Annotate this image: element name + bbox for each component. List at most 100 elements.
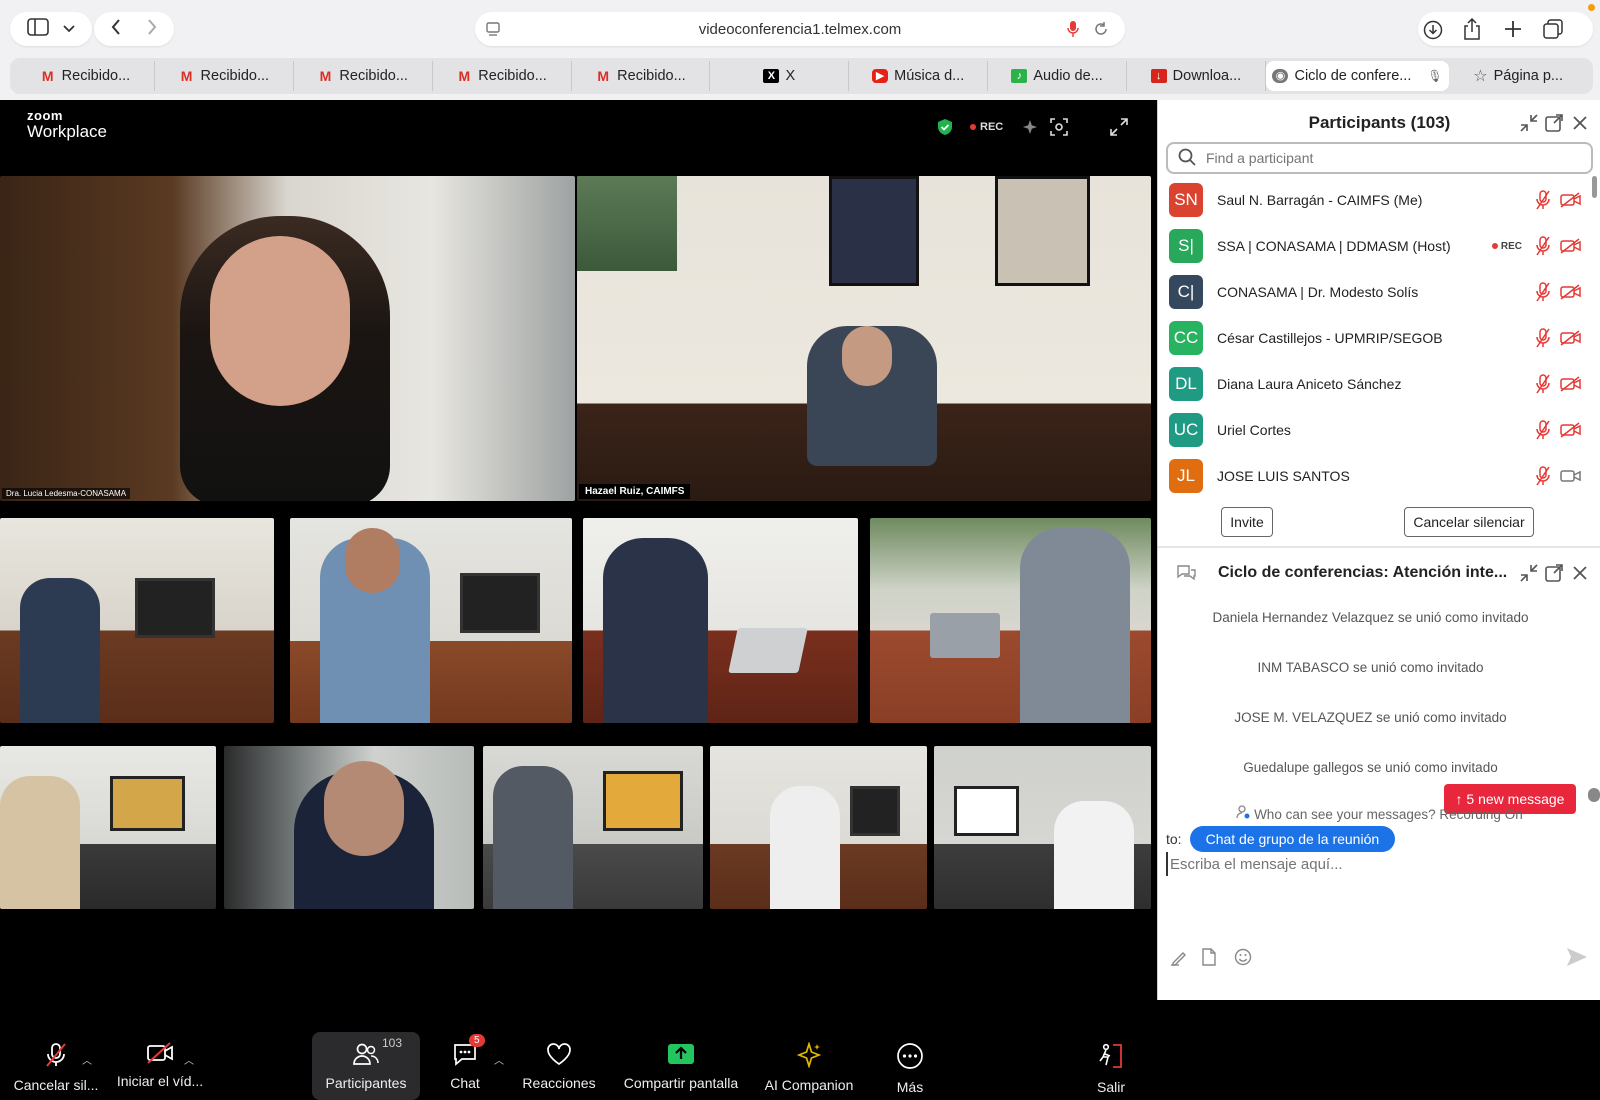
invite-button[interactable]: Invite	[1221, 507, 1273, 537]
video-tile[interactable]	[710, 746, 927, 909]
tab-gmail[interactable]: M Recibido...	[294, 61, 433, 91]
share-icon[interactable]	[1461, 18, 1483, 40]
minimize-icon[interactable]	[1518, 112, 1540, 134]
security-shield-icon[interactable]	[937, 116, 953, 138]
mic-muted-icon[interactable]	[1532, 373, 1554, 395]
monitor	[460, 573, 540, 633]
chat-scrollbar[interactable]	[1588, 788, 1600, 802]
sidebar-toggle-group[interactable]	[10, 12, 92, 46]
new-tab-icon[interactable]	[1502, 18, 1524, 40]
video-off-icon[interactable]	[1560, 189, 1582, 211]
file-icon[interactable]	[1198, 946, 1220, 968]
video-options-chevron-icon[interactable]: ︿	[184, 1052, 194, 1067]
share-screen-button[interactable]: Compartir pantalla	[614, 1032, 748, 1100]
tab-label: Página p...	[1493, 68, 1563, 84]
video-tile[interactable]	[583, 518, 858, 723]
tab-zoom-active[interactable]: ◉ Ciclo de confere... 🎙	[1265, 61, 1450, 91]
chat-button[interactable]: 5 Chat	[432, 1032, 498, 1100]
reactions-button[interactable]: Reacciones	[516, 1032, 602, 1100]
tab-x[interactable]: XX	[710, 61, 850, 91]
video-tile[interactable]	[483, 746, 703, 909]
participant-row[interactable]: S| SSA | CONASAMA | DDMASM (Host) REC	[1158, 223, 1588, 269]
focus-icon[interactable]	[1050, 116, 1068, 138]
fullscreen-icon[interactable]	[1110, 116, 1128, 138]
recipient-select[interactable]: Chat de grupo de la reunión	[1189, 826, 1396, 852]
close-icon[interactable]	[1569, 112, 1591, 134]
video-tile[interactable]	[0, 746, 216, 909]
video-tile[interactable]	[224, 746, 474, 909]
address-bar[interactable]: videoconferencia1.telmex.com	[475, 12, 1125, 46]
recording-indicator[interactable]: REC	[970, 116, 1003, 138]
video-tile[interactable]	[934, 746, 1151, 909]
participant-search-input[interactable]	[1206, 150, 1566, 166]
mic-muted-icon[interactable]	[1532, 235, 1554, 257]
participant-row[interactable]: CC César Castillejos - UPMRIP/SEGOB	[1158, 315, 1588, 361]
chat-options-chevron-icon[interactable]: ︿	[494, 1052, 504, 1067]
send-icon[interactable]	[1566, 946, 1588, 968]
mic-muted-icon[interactable]	[1532, 327, 1554, 349]
ai-companion-button[interactable]: AI Companion	[758, 1032, 860, 1100]
message-input[interactable]	[1166, 852, 1586, 876]
leave-button[interactable]: Salir	[1086, 1032, 1136, 1100]
downloads-icon[interactable]	[1422, 19, 1444, 41]
mic-muted-icon[interactable]	[1532, 189, 1554, 211]
video-tile[interactable]	[0, 518, 274, 723]
participant-row[interactable]: C| CONASAMA | Dr. Modesto Solís	[1158, 269, 1588, 315]
mic-muted-icon[interactable]	[1532, 419, 1554, 441]
unmute-all-button[interactable]: Cancelar silenciar	[1404, 507, 1534, 537]
participants-title: Participants (103)	[1308, 113, 1451, 132]
tab-download[interactable]: ↓ Downloa...	[1127, 61, 1266, 91]
tab-overview-icon[interactable]	[1542, 18, 1564, 40]
emoji-icon[interactable]	[1232, 946, 1254, 968]
video-tile[interactable]: Hazael Ruiz, CAIMFS	[577, 176, 1151, 501]
page-menu-icon[interactable]	[485, 21, 501, 41]
sidebar-icon[interactable]	[27, 17, 49, 41]
audio-options-chevron-icon[interactable]: ︿	[82, 1052, 92, 1067]
video-tile[interactable]	[290, 518, 572, 723]
start-video-button[interactable]: Iniciar el víd...	[110, 1032, 210, 1100]
participant-row[interactable]: DL Diana Laura Aniceto Sánchez	[1158, 361, 1588, 407]
tab-gmail[interactable]: M Recibido...	[155, 61, 294, 91]
participant-row[interactable]: UC Uriel Cortes	[1158, 407, 1588, 453]
video-off-icon[interactable]	[1560, 327, 1582, 349]
popout-icon[interactable]	[1543, 112, 1565, 134]
format-text-icon[interactable]	[1168, 946, 1190, 968]
visibility-notice[interactable]: Who can see your messages? Recording On	[1158, 805, 1600, 822]
tab-label: Audio de...	[1033, 68, 1103, 84]
heart-icon	[546, 1042, 572, 1069]
tab-microphone-icon[interactable]: 🎙	[1427, 69, 1442, 83]
tab-favorites[interactable]: ☆ Página p...	[1449, 61, 1587, 91]
chat-minimize-icon[interactable]	[1518, 562, 1540, 584]
tab-gmail[interactable]: M Recibido...	[433, 61, 572, 91]
video-off-icon[interactable]	[1560, 235, 1582, 257]
tab-youtube[interactable]: ▶ Música d...	[849, 61, 989, 91]
tab-audio[interactable]: ♪ Audio de...	[988, 61, 1127, 91]
chat-close-icon[interactable]	[1569, 562, 1591, 584]
video-off-icon[interactable]	[1560, 419, 1582, 441]
tab-gmail[interactable]: M Recibido...	[16, 61, 155, 91]
participants-scrollbar[interactable]	[1592, 176, 1597, 198]
tab-gmail[interactable]: M Recibido...	[572, 61, 711, 91]
mic-muted-icon[interactable]	[1532, 281, 1554, 303]
chat-popout-icon[interactable]	[1543, 562, 1565, 584]
video-on-icon[interactable]	[1560, 465, 1582, 487]
forward-icon[interactable]	[147, 18, 157, 40]
sparkle-icon[interactable]	[1022, 116, 1038, 138]
microphone-icon[interactable]	[1067, 20, 1079, 42]
chevron-down-icon[interactable]	[63, 20, 75, 38]
participants-button[interactable]: 103 Participantes	[312, 1032, 420, 1100]
back-icon[interactable]	[111, 18, 121, 40]
chat-header: Ciclo de conferencias: Atención inte...	[1158, 548, 1600, 598]
participant-row[interactable]: JL JOSE LUIS SANTOS	[1158, 453, 1588, 499]
participant-face	[345, 528, 400, 593]
system-message: INM TABASCO se unió como invitado	[1257, 660, 1484, 675]
participant-row[interactable]: SN Saul N. Barragán - CAIMFS (Me)	[1158, 177, 1588, 223]
video-tile[interactable]	[870, 518, 1151, 723]
video-off-icon[interactable]	[1560, 281, 1582, 303]
more-button[interactable]: Más	[880, 1032, 940, 1100]
mic-muted-icon[interactable]	[1532, 465, 1554, 487]
reload-icon[interactable]	[1093, 21, 1109, 41]
video-off-icon[interactable]	[1560, 373, 1582, 395]
video-tile[interactable]: Dra. Lucia Ledesma-CONASAMA	[0, 176, 575, 501]
avatar: C|	[1169, 275, 1203, 309]
